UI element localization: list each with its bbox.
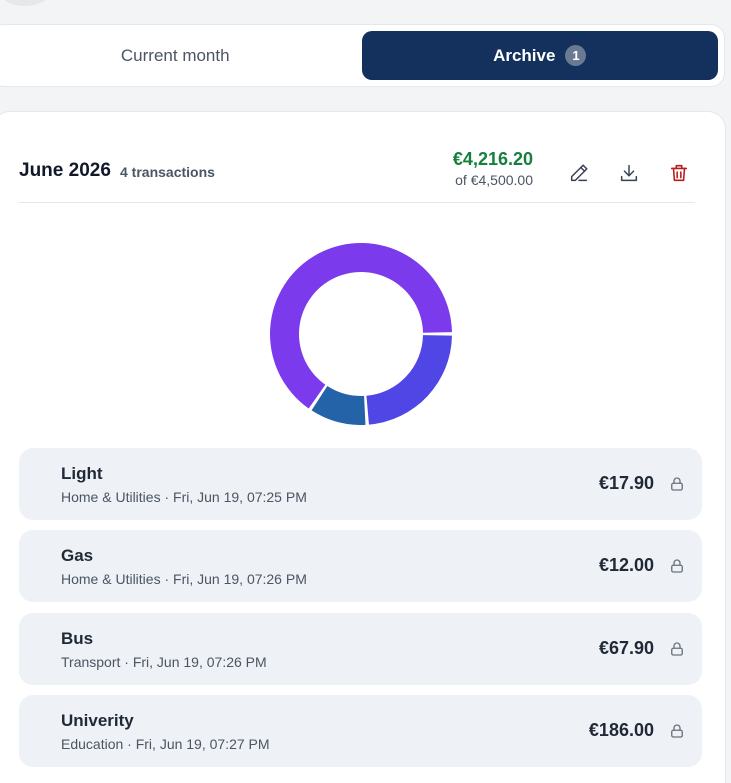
- donut-slice-transport[interactable]: [366, 335, 452, 425]
- download-button[interactable]: [611, 155, 647, 191]
- month-amounts: €4,216.20 of €4,500.00: [453, 148, 533, 188]
- transaction-name: Bus: [61, 629, 94, 648]
- archive-month-header: June 2026 4 transactions €4,216.20 of €4…: [19, 142, 695, 203]
- transaction-row[interactable]: Gas Home & Utilities · Fri, Jun 19, 07:2…: [19, 530, 702, 602]
- tab-current-month[interactable]: Current month: [0, 31, 354, 80]
- transaction-count: 4 transactions: [120, 164, 215, 180]
- edit-button[interactable]: [561, 155, 597, 191]
- lock-icon: [671, 477, 683, 491]
- transaction-name: Light: [61, 464, 103, 483]
- archive-month-card: June 2026 4 transactions €4,216.20 of €4…: [0, 111, 726, 783]
- transaction-meta: Transport · Fri, Jun 19, 07:26 PM: [61, 654, 267, 670]
- transaction-name: Univerity: [61, 711, 134, 730]
- lock-icon: [671, 559, 683, 573]
- transaction-meta: Home & Utilities · Fri, Jun 19, 07:26 PM: [61, 571, 307, 587]
- lock-icon: [671, 642, 683, 656]
- month-title: June 2026: [19, 160, 111, 181]
- tab-archive[interactable]: Archive 1: [361, 31, 718, 80]
- transaction-amount: €186.00: [588, 720, 654, 740]
- month-tabs: Current month Archive 1: [0, 24, 725, 87]
- transaction-amount: €17.90: [598, 473, 654, 493]
- transaction-row[interactable]: Univerity Education · Fri, Jun 19, 07:27…: [19, 695, 702, 767]
- transaction-row[interactable]: Bus Transport · Fri, Jun 19, 07:26 PM €6…: [19, 613, 702, 685]
- month-budget: of €4,500.00: [455, 172, 533, 188]
- corner-decoration: [0, 0, 50, 6]
- transaction-meta: Home & Utilities · Fri, Jun 19, 07:25 PM: [61, 489, 307, 505]
- transaction-amount: €12.00: [598, 555, 654, 575]
- lock-icon: [671, 724, 683, 738]
- tab-current-month-label: Current month: [120, 45, 230, 65]
- transaction-amount: €67.90: [598, 638, 654, 658]
- download-icon: [620, 164, 638, 182]
- delete-button[interactable]: [661, 155, 697, 191]
- category-donut-chart: [270, 243, 452, 425]
- trash-icon: [670, 164, 688, 182]
- tab-archive-label: Archive: [493, 45, 556, 65]
- transaction-row[interactable]: Light Home & Utilities · Fri, Jun 19, 07…: [19, 448, 702, 520]
- transaction-name: Gas: [61, 546, 94, 565]
- edit-icon: [570, 164, 588, 182]
- archive-count-badge: 1: [565, 45, 587, 66]
- transaction-meta: Education · Fri, Jun 19, 07:27 PM: [61, 736, 270, 752]
- month-total: €4,216.20: [452, 149, 533, 169]
